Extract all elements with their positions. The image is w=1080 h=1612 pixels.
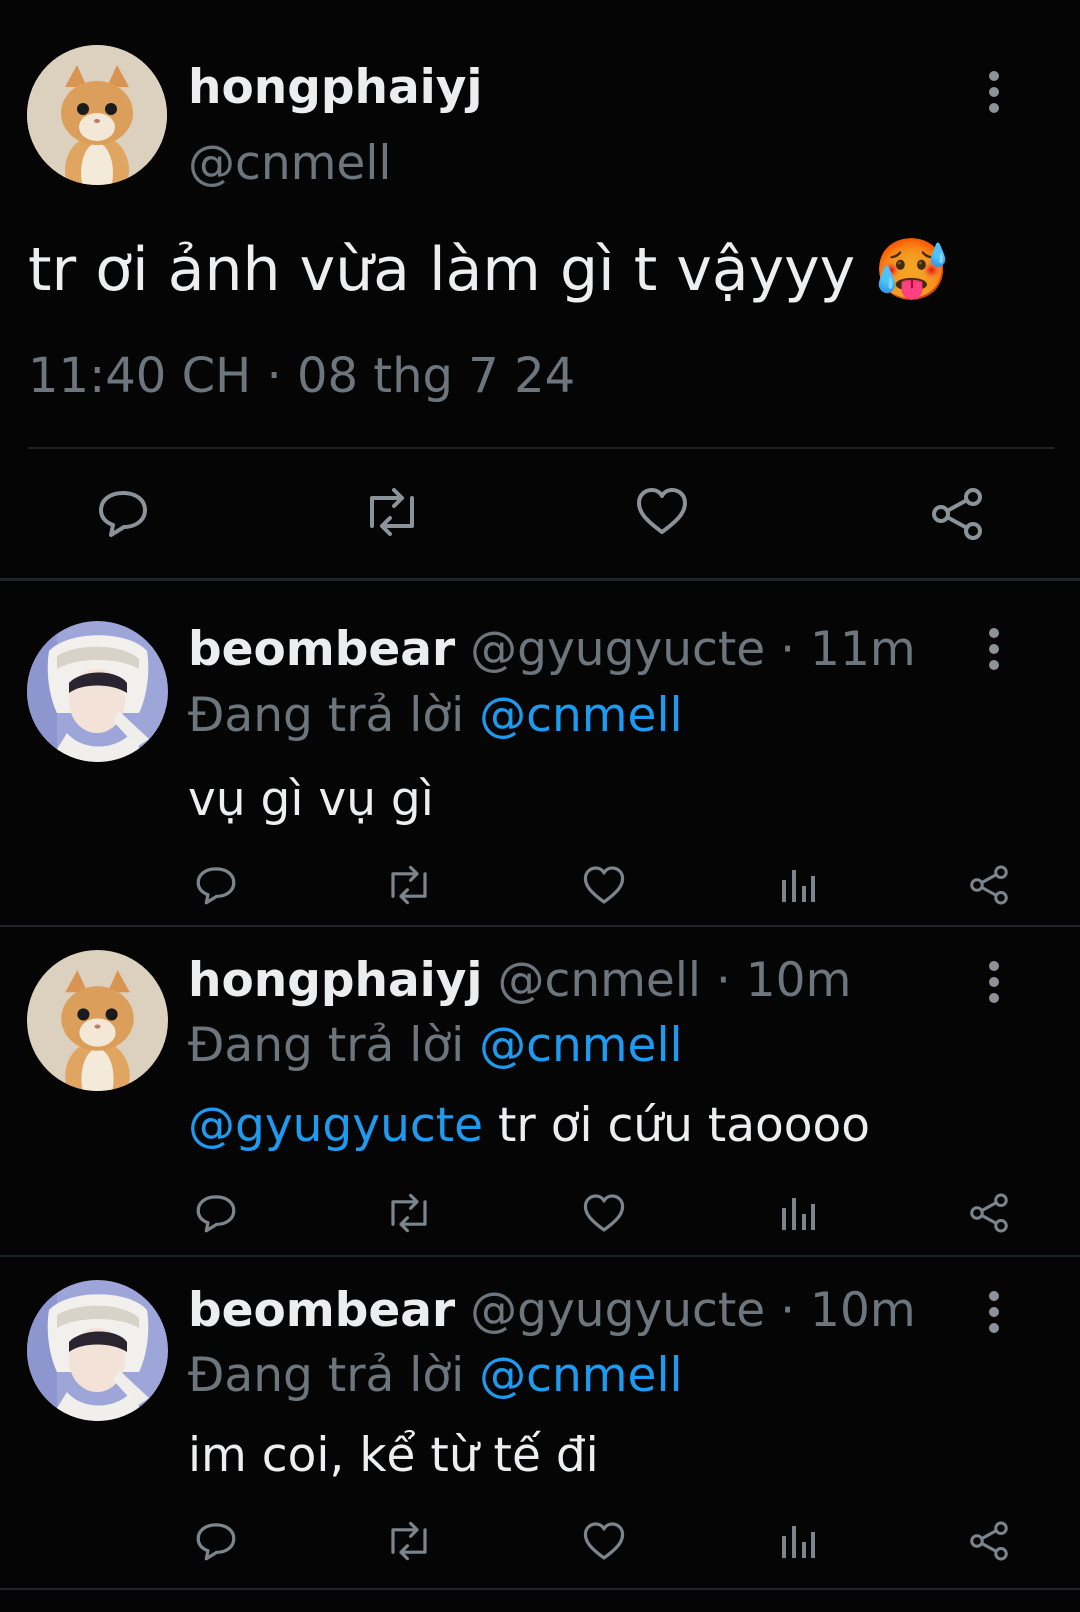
divider bbox=[0, 1588, 1080, 1590]
heart-icon[interactable] bbox=[582, 864, 626, 906]
retweet-icon[interactable] bbox=[385, 1192, 433, 1234]
reply-header: beombear @gyugyucte · 10m bbox=[188, 1281, 916, 1341]
replying-to: Đang trả lời @cnmell bbox=[188, 1346, 683, 1406]
share-icon[interactable] bbox=[968, 1520, 1010, 1562]
reply-icon[interactable] bbox=[195, 864, 237, 906]
display-name[interactable]: hongphaiyj bbox=[188, 953, 483, 1008]
avatar[interactable] bbox=[27, 950, 168, 1091]
handle[interactable]: @cnmell bbox=[497, 953, 700, 1008]
replying-to-mention[interactable]: @cnmell bbox=[479, 1018, 682, 1073]
handle[interactable]: @gyugyucte bbox=[470, 622, 765, 677]
replying-to-label: Đang trả lời bbox=[188, 1018, 465, 1073]
more-icon[interactable] bbox=[982, 70, 1006, 114]
divider bbox=[0, 925, 1080, 927]
handle[interactable]: @gyugyucte bbox=[470, 1283, 765, 1338]
display-name[interactable]: hongphaiyj bbox=[188, 58, 483, 118]
more-icon[interactable] bbox=[982, 627, 1006, 671]
reply-text: im coi, kể từ tế đi bbox=[188, 1426, 599, 1486]
tweet-text-body: tr ơi ảnh vừa làm gì t vậyyy bbox=[28, 235, 856, 305]
heart-icon[interactable] bbox=[582, 1192, 626, 1234]
divider bbox=[0, 1255, 1080, 1257]
display-name[interactable]: beombear bbox=[188, 1283, 455, 1338]
reply-text-body: tr ơi cứu taoooo bbox=[483, 1098, 871, 1153]
tweet-text: tr ơi ảnh vừa làm gì t vậyyy 🥵 bbox=[28, 232, 949, 308]
avatar[interactable] bbox=[27, 1280, 168, 1421]
reply-text-body: vụ gì vụ gì bbox=[188, 772, 434, 827]
timestamp[interactable]: 11:40 CH · 08 thg 7 24 bbox=[28, 346, 575, 406]
reply-icon[interactable] bbox=[195, 1192, 237, 1234]
retweet-icon[interactable] bbox=[385, 1520, 433, 1562]
display-name[interactable]: beombear bbox=[188, 622, 455, 677]
more-icon[interactable] bbox=[982, 960, 1006, 1004]
avatar[interactable] bbox=[27, 45, 167, 185]
handle[interactable]: @cnmell bbox=[188, 134, 391, 194]
reply-time[interactable]: · 11m bbox=[780, 622, 915, 677]
more-icon[interactable] bbox=[982, 1290, 1006, 1334]
replying-to-mention[interactable]: @cnmell bbox=[479, 688, 682, 743]
heart-icon[interactable] bbox=[635, 485, 689, 537]
replying-to-label: Đang trả lời bbox=[188, 1348, 465, 1403]
replying-to-mention[interactable]: @cnmell bbox=[479, 1348, 682, 1403]
divider bbox=[28, 447, 1054, 449]
reply-header: hongphaiyj @cnmell · 10m bbox=[188, 951, 851, 1011]
retweet-icon[interactable] bbox=[362, 486, 422, 538]
divider bbox=[0, 578, 1080, 581]
reply-text: vụ gì vụ gì bbox=[188, 770, 434, 830]
replying-to: Đang trả lời @cnmell bbox=[188, 1016, 683, 1076]
share-icon[interactable] bbox=[968, 1192, 1010, 1234]
views-icon[interactable] bbox=[780, 866, 816, 904]
replying-to: Đang trả lời @cnmell bbox=[188, 686, 683, 746]
reply-time[interactable]: · 10m bbox=[716, 953, 851, 1008]
reply-header: beombear @gyugyucte · 11m bbox=[188, 620, 916, 680]
avatar[interactable] bbox=[27, 621, 168, 762]
hot-face-emoji: 🥵 bbox=[874, 235, 949, 305]
replying-to-label: Đang trả lời bbox=[188, 688, 465, 743]
heart-icon[interactable] bbox=[582, 1520, 626, 1562]
reply-time[interactable]: · 10m bbox=[780, 1283, 915, 1338]
reply-text: @gyugyucte tr ơi cứu taoooo bbox=[188, 1096, 870, 1156]
reply-icon[interactable] bbox=[195, 1520, 237, 1562]
views-icon[interactable] bbox=[780, 1522, 816, 1560]
reply-icon[interactable] bbox=[97, 487, 149, 539]
retweet-icon[interactable] bbox=[385, 864, 433, 906]
views-icon[interactable] bbox=[780, 1194, 816, 1232]
share-icon[interactable] bbox=[929, 487, 985, 541]
reply-mention[interactable]: @gyugyucte bbox=[188, 1098, 483, 1153]
reply-text-body: im coi, kể từ tế đi bbox=[188, 1428, 599, 1483]
share-icon[interactable] bbox=[968, 864, 1010, 906]
